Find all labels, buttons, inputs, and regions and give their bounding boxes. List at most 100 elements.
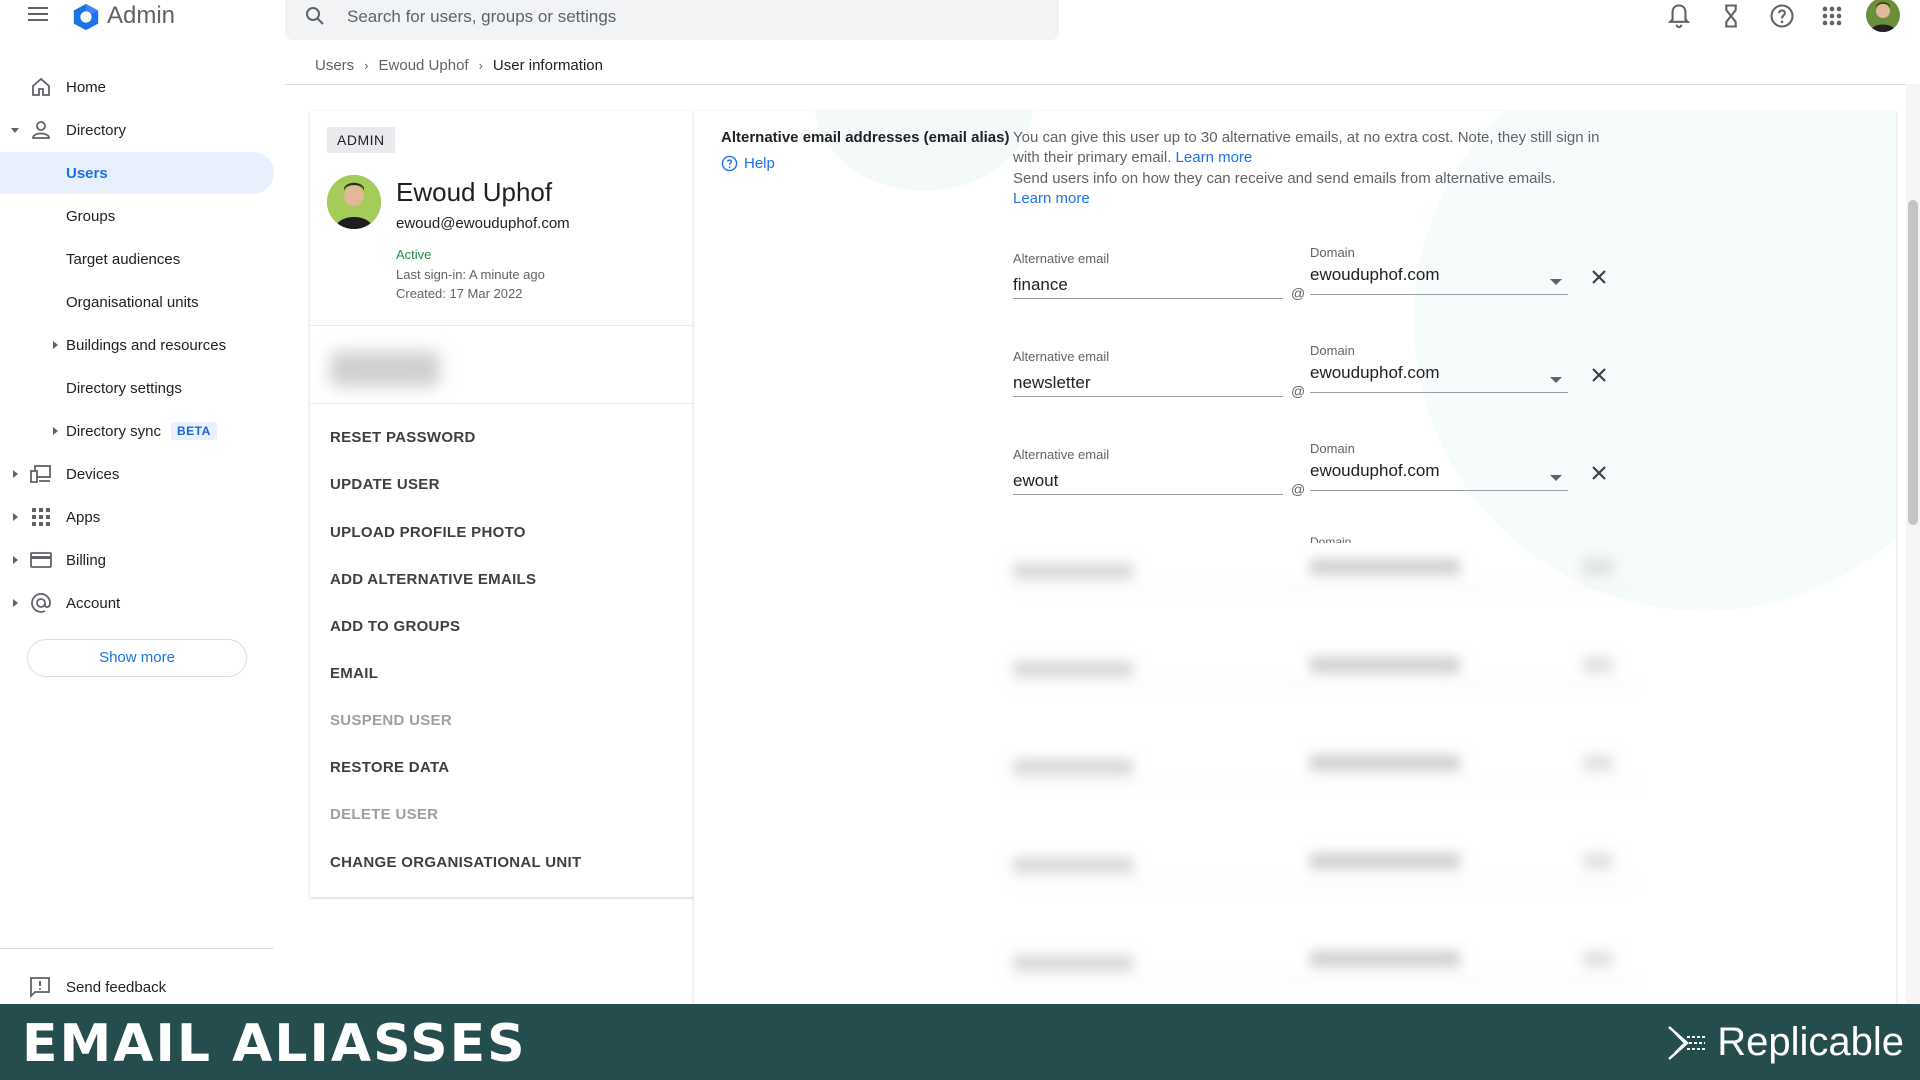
alias-input[interactable] xyxy=(1013,467,1283,495)
apps-launcher-icon[interactable] xyxy=(1818,2,1846,30)
user-last-signin: Last sign-in: A minute ago xyxy=(396,267,545,282)
alias-row: Alternative email @ Domain ewouduphof.co… xyxy=(1013,441,1633,507)
sidebar: Home Directory Users Groups Target audie… xyxy=(0,65,274,1005)
sidebar-item-buildings[interactable]: Buildings and resources xyxy=(0,324,274,366)
hourglass-icon[interactable] xyxy=(1717,2,1745,30)
alias-input[interactable] xyxy=(1013,369,1283,397)
alias-field-label: Alternative email xyxy=(1013,349,1110,364)
domain-select[interactable]: ewouduphof.com xyxy=(1310,265,1568,295)
user-status: Active xyxy=(396,247,432,262)
delete-user-button: DELETE USER xyxy=(330,806,439,823)
main-menu-icon[interactable] xyxy=(26,4,50,28)
learn-more-link[interactable]: Learn more xyxy=(1176,149,1253,166)
sidebar-item-label: Groups xyxy=(66,207,116,225)
devices-icon xyxy=(30,465,51,483)
help-icon[interactable] xyxy=(1768,2,1796,30)
search-input[interactable]: Search for users, groups or settings xyxy=(347,7,616,27)
email-button[interactable]: EMAIL xyxy=(330,665,378,682)
sidebar-item-directory-settings[interactable]: Directory settings xyxy=(0,367,274,409)
domain-value: ewouduphof.com xyxy=(1310,265,1440,284)
sidebar-item-label: Devices xyxy=(66,465,120,483)
account-avatar[interactable] xyxy=(1866,0,1900,32)
domain-select[interactable]: ewouduphof.com xyxy=(1310,461,1568,491)
at-symbol: @ xyxy=(1291,383,1306,399)
breadcrumb-users[interactable]: Users xyxy=(315,57,354,74)
domain-label: Domain xyxy=(1310,245,1355,260)
blurred-alias-row xyxy=(1013,933,1633,993)
help-link[interactable]: Help xyxy=(721,155,775,172)
show-more-button[interactable]: Show more xyxy=(27,639,247,677)
card-divider xyxy=(310,325,694,326)
sidebar-item-label: Buildings and resources xyxy=(66,336,227,354)
domain-value: ewouduphof.com xyxy=(1310,363,1440,382)
scrollbar[interactable] xyxy=(1908,200,1918,525)
alias-section-title: Alternative email addresses (email alias… xyxy=(721,129,1010,146)
blurred-alias-row xyxy=(1013,835,1633,895)
apps-grid-icon xyxy=(32,508,50,526)
breadcrumb: Users › Ewoud Uphof › User information xyxy=(315,57,603,74)
sidebar-item-users[interactable]: Users xyxy=(0,152,274,194)
sidebar-item-billing[interactable]: Billing xyxy=(0,539,274,581)
top-bar: Admin Search for users, groups or settin… xyxy=(0,0,1920,42)
sidebar-item-label: Organisational units xyxy=(66,293,199,311)
alias-description-2: Send users info on how they can receive … xyxy=(1013,169,1613,209)
alias-description-1: You can give this user up to 30 alternat… xyxy=(1013,128,1613,168)
domain-select[interactable]: ewouduphof.com xyxy=(1310,363,1568,393)
alias-description-text: Send users info on how they can receive … xyxy=(1013,170,1556,187)
replicable-logo: Replicable xyxy=(1667,1020,1904,1065)
sidebar-item-apps[interactable]: Apps xyxy=(0,496,274,538)
send-feedback-link[interactable]: Send feedback xyxy=(28,975,166,999)
notifications-bell-icon[interactable] xyxy=(1665,2,1693,30)
sidebar-item-label: Directory settings xyxy=(66,379,182,397)
breadcrumb-user[interactable]: Ewoud Uphof xyxy=(379,57,469,74)
sidebar-divider xyxy=(0,948,274,949)
caret-right-icon xyxy=(13,470,18,478)
home-icon xyxy=(32,77,50,96)
search-bar[interactable]: Search for users, groups or settings xyxy=(285,0,1059,40)
role-badge: ADMIN xyxy=(327,127,395,153)
sidebar-item-home[interactable]: Home xyxy=(0,66,274,108)
user-email: ewoud@ewouduphof.com xyxy=(396,215,570,232)
close-icon[interactable] xyxy=(1587,265,1611,289)
domain-value: ewouduphof.com xyxy=(1310,461,1440,480)
app-brand[interactable]: Admin xyxy=(107,2,175,30)
reset-password-button[interactable]: RESET PASSWORD xyxy=(330,429,476,446)
restore-data-button[interactable]: RESTORE DATA xyxy=(330,759,449,776)
add-to-groups-button[interactable]: ADD TO GROUPS xyxy=(330,618,460,635)
help-circle-icon xyxy=(721,155,738,172)
user-avatar xyxy=(327,175,381,229)
add-alternative-emails-button[interactable]: ADD ALTERNATIVE EMAILS xyxy=(330,571,536,588)
sidebar-item-label: Users xyxy=(66,164,108,182)
beta-badge: BETA xyxy=(171,422,217,440)
alias-input[interactable] xyxy=(1013,271,1283,299)
sidebar-item-label: Directory xyxy=(66,121,127,139)
replicable-arrow-icon xyxy=(1668,1025,1706,1060)
help-label: Help xyxy=(744,155,775,172)
sidebar-item-target-audiences[interactable]: Target audiences xyxy=(0,238,274,280)
sidebar-item-organisational-units[interactable]: Organisational units xyxy=(0,281,274,323)
alias-panel: Alternative email addresses (email alias… xyxy=(694,111,1896,1011)
sidebar-item-directory[interactable]: Directory xyxy=(0,109,274,151)
close-icon[interactable] xyxy=(1587,363,1611,387)
admin-logo-icon xyxy=(73,3,99,31)
change-organisational-unit-button[interactable]: CHANGE ORGANISATIONAL UNIT xyxy=(330,854,581,871)
dropdown-arrow-icon xyxy=(1550,279,1562,285)
breadcrumb-divider xyxy=(285,84,1920,85)
update-user-button[interactable]: UPDATE USER xyxy=(330,476,440,493)
close-icon[interactable] xyxy=(1587,461,1611,485)
upload-profile-photo-button[interactable]: UPLOAD PROFILE PHOTO xyxy=(330,524,526,541)
chevron-right-icon: › xyxy=(478,58,483,73)
user-created: Created: 17 Mar 2022 xyxy=(396,286,523,301)
sidebar-item-groups[interactable]: Groups xyxy=(0,195,274,237)
at-sign-icon xyxy=(31,593,51,613)
banner-title: EMAIL ALIASSES xyxy=(22,1014,527,1074)
domain-label: Domain xyxy=(1310,343,1355,358)
blurred-content xyxy=(330,351,440,387)
caret-right-icon xyxy=(13,513,18,521)
sidebar-item-directory-sync[interactable]: Directory sync BETA xyxy=(0,410,274,452)
breadcrumb-current: User information xyxy=(492,57,603,74)
sidebar-item-account[interactable]: Account xyxy=(0,582,274,624)
feedback-icon xyxy=(30,977,50,999)
learn-more-link[interactable]: Learn more xyxy=(1013,190,1090,207)
sidebar-item-devices[interactable]: Devices xyxy=(0,453,274,495)
